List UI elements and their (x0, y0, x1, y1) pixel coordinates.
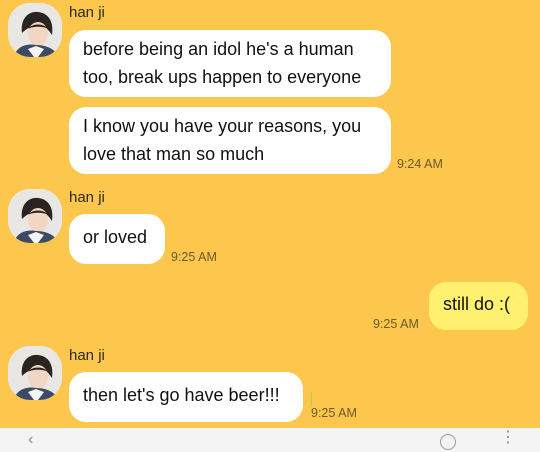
message-text-line: too, break ups happen to everyone (83, 67, 362, 87)
message-bubble[interactable]: or loved (69, 214, 165, 264)
message-bubble[interactable]: then let's go have beer!!! (69, 372, 303, 422)
selection-cursor (311, 392, 312, 406)
avatar[interactable] (8, 189, 62, 243)
sender-name: han ji (69, 4, 105, 21)
message-text-line: love that man so much (83, 144, 265, 164)
message-timestamp: 9:25 AM (171, 250, 217, 264)
chat-area[interactable]: han ji before being an idol he's a human… (0, 0, 540, 428)
avatar[interactable] (8, 3, 62, 57)
message-timestamp: 9:24 AM (397, 157, 443, 171)
message-text-line: before being an idol he's a human (83, 39, 354, 59)
sender-name: han ji (69, 189, 105, 206)
avatar-image (8, 346, 62, 400)
more-icon[interactable]: ⋮ (500, 430, 516, 446)
avatar-image (8, 189, 62, 243)
sender-name: han ji (69, 347, 105, 364)
input-bar: ‹ ⋮ (0, 428, 540, 452)
message-bubble[interactable]: before being an idol he's a human too, b… (69, 30, 391, 97)
message-timestamp: 9:25 AM (373, 317, 419, 331)
message-text-line: I know you have your reasons, you (83, 116, 362, 136)
avatar-image (8, 3, 62, 57)
message-text: or loved (83, 227, 148, 247)
avatar[interactable] (8, 346, 62, 400)
message-bubble[interactable]: I know you have your reasons, you love t… (69, 107, 391, 174)
back-arrow-icon[interactable]: ‹ (28, 432, 33, 448)
message-text: still do :( (443, 294, 511, 314)
message-bubble-outgoing[interactable]: still do :( (429, 282, 528, 330)
message-text: then let's go have beer!!! (83, 385, 280, 405)
message-timestamp: 9:25 AM (311, 406, 357, 420)
emoji-icon[interactable] (440, 434, 456, 450)
